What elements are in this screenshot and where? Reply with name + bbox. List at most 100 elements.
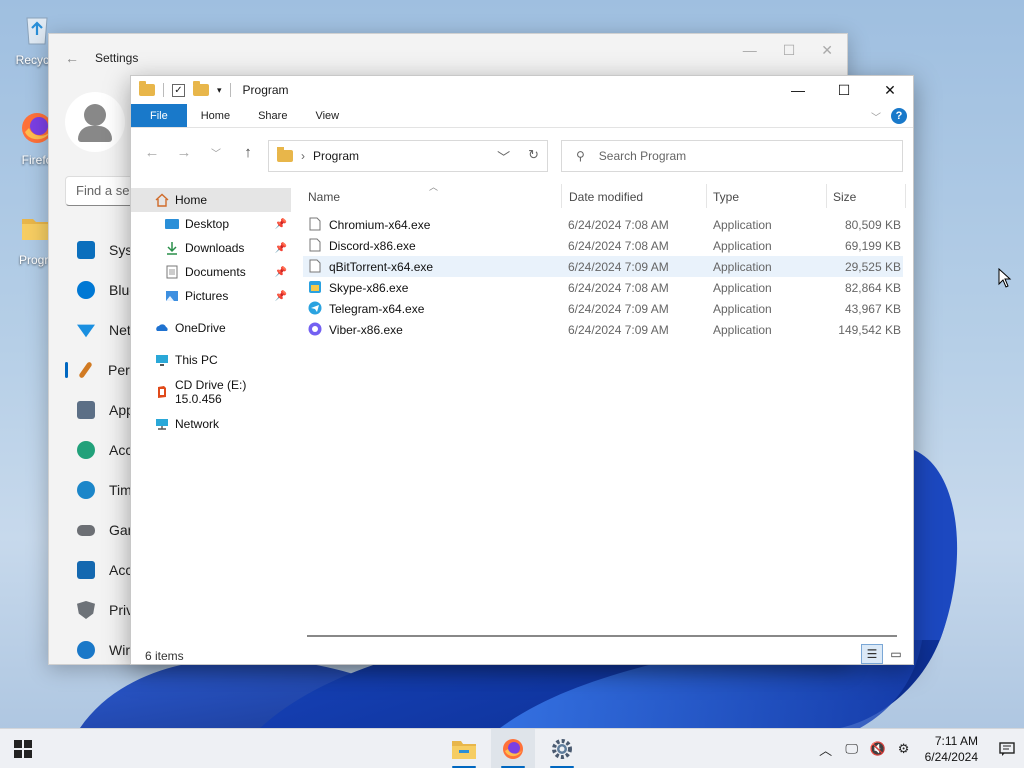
properties-checkbox-icon[interactable]: ✓ xyxy=(172,83,185,97)
table-row[interactable]: Chromium-x64.exe 6/24/2024 7:08 AM Appli… xyxy=(303,214,903,235)
nav-item-pictures[interactable]: Pictures 📌 xyxy=(131,284,291,308)
refresh-icon[interactable]: ↻ xyxy=(528,147,539,166)
file-date: 6/24/2024 7:09 AM xyxy=(568,302,669,316)
table-row[interactable]: qBitTorrent-x64.exe 6/24/2024 7:09 AM Ap… xyxy=(303,256,903,277)
expand-ribbon-chevron-icon[interactable]: ﹀ xyxy=(871,109,881,124)
tab-view[interactable]: View xyxy=(301,104,353,127)
exe-file-icon xyxy=(309,217,321,231)
table-row[interactable]: Telegram-x64.exe 6/24/2024 7:09 AM Appli… xyxy=(303,298,903,319)
notifications-icon[interactable] xyxy=(990,742,1024,756)
settings-nav-label: Acc xyxy=(109,562,133,578)
column-header-type[interactable]: Type xyxy=(713,190,739,204)
tab-file[interactable]: File xyxy=(131,104,187,127)
pin-icon[interactable]: 📌 xyxy=(275,291,287,302)
volume-muted-icon[interactable]: 🔇 xyxy=(865,741,891,757)
start-windows-icon[interactable] xyxy=(14,740,32,758)
file-date: 6/24/2024 7:08 AM xyxy=(568,218,669,232)
column-header-date[interactable]: Date modified xyxy=(569,190,643,204)
nav-item-this-pc[interactable]: This PC xyxy=(131,348,291,372)
column-divider[interactable] xyxy=(561,184,562,208)
settings-nav-label: Acc xyxy=(109,442,133,458)
pin-icon[interactable]: 📌 xyxy=(275,243,287,254)
nav-item-network[interactable]: Network xyxy=(131,412,291,436)
tab-share[interactable]: Share xyxy=(244,104,301,127)
pin-icon[interactable]: 📌 xyxy=(275,219,287,230)
table-row[interactable]: Discord-x86.exe 6/24/2024 7:08 AM Applic… xyxy=(303,235,903,256)
column-header-name[interactable]: Name xyxy=(308,190,340,204)
taskbar-firefox[interactable] xyxy=(491,729,535,768)
exe-file-icon xyxy=(309,259,321,273)
taskbar-file-explorer[interactable] xyxy=(442,729,486,768)
large-icons-view-icon[interactable]: ▭ xyxy=(885,644,907,664)
column-divider[interactable] xyxy=(706,184,707,208)
breadcrumb[interactable]: Program xyxy=(313,149,359,163)
horizontal-scrollbar[interactable] xyxy=(307,635,897,637)
nav-label: CD Drive (E:) 15.0.456 xyxy=(175,378,247,406)
nav-label: This PC xyxy=(175,353,218,367)
nav-item-downloads[interactable]: Downloads 📌 xyxy=(131,236,291,260)
table-row[interactable]: Skype-x86.exe 6/24/2024 7:08 AM Applicat… xyxy=(303,277,903,298)
nav-item-home[interactable]: Home xyxy=(131,188,291,212)
nav-item-onedrive[interactable]: OneDrive xyxy=(131,316,291,340)
maximize-icon[interactable]: ☐ xyxy=(821,76,867,104)
settings-nav-label: Net xyxy=(109,322,131,338)
avatar-head xyxy=(84,104,106,126)
back-arrow-icon[interactable]: ← xyxy=(65,50,95,66)
file-explorer-window[interactable]: ✓ ▾ Program — ☐ ✕ File Home Share View ﹀… xyxy=(130,75,914,665)
nav-item-desktop[interactable]: Desktop 📌 xyxy=(131,212,291,236)
close-icon[interactable]: ✕ xyxy=(867,76,913,104)
nav-label: Pictures xyxy=(185,289,229,303)
help-icon[interactable]: ? xyxy=(891,108,907,124)
nav-item-cd-drive[interactable]: CD Drive (E:) 15.0.456 xyxy=(131,378,291,406)
minimize-icon[interactable]: — xyxy=(775,76,821,104)
personalization-icon xyxy=(78,361,93,379)
nav-item-documents[interactable]: Documents 📌 xyxy=(131,260,291,284)
status-item-count: 6 items xyxy=(145,649,184,663)
divider xyxy=(229,83,231,97)
nav-label: Home xyxy=(175,193,208,207)
new-folder-icon[interactable] xyxy=(193,81,209,96)
show-hidden-icons-chevron-icon[interactable]: ︿ xyxy=(813,740,839,759)
this-pc-icon xyxy=(156,355,168,366)
table-row[interactable]: Viber-x86.exe 6/24/2024 7:09 AM Applicat… xyxy=(303,319,903,340)
search-input[interactable]: ⚲ Search Program xyxy=(561,140,903,172)
recent-locations-chevron-icon[interactable]: ﹀ xyxy=(203,145,229,160)
address-dropdown-chevron-icon[interactable]: ﹀ xyxy=(497,147,510,166)
accounts-icon xyxy=(77,441,95,459)
settings-title: Settings xyxy=(95,51,139,65)
file-date: 6/24/2024 7:09 AM xyxy=(568,260,669,274)
taskbar-settings[interactable] xyxy=(540,729,584,768)
address-bar[interactable]: › Program ﹀ ↻ xyxy=(268,140,548,172)
firefox-icon xyxy=(503,739,523,759)
column-divider[interactable] xyxy=(826,184,827,208)
nav-label: Downloads xyxy=(185,241,245,255)
column-divider[interactable] xyxy=(905,184,906,208)
navigation-pane: Home Desktop 📌 Downloads 📌 Documents 📌 P… xyxy=(131,188,291,628)
breadcrumb-separator-icon: › xyxy=(301,149,305,163)
settings-nav-label: Gar xyxy=(109,522,133,538)
column-header-size[interactable]: Size xyxy=(833,190,856,204)
skype-installer-icon xyxy=(309,281,321,293)
details-view-icon[interactable]: ☰ xyxy=(861,644,883,664)
network-status-icon[interactable]: 🖵 xyxy=(839,741,865,757)
clock[interactable]: 7:11 AM 6/24/2024 xyxy=(917,733,990,765)
clock-date: 6/24/2024 xyxy=(924,750,978,764)
avatar-body xyxy=(78,126,112,142)
back-arrow-icon[interactable]: ← xyxy=(139,144,165,161)
settings-gear-icon[interactable]: ⚙ xyxy=(891,741,917,757)
tab-home[interactable]: Home xyxy=(187,104,244,127)
quick-access-dropdown-icon[interactable]: ▾ xyxy=(217,85,222,96)
up-arrow-icon[interactable]: ↑ xyxy=(235,144,261,161)
explorer-titlebar[interactable]: ✓ ▾ Program — ☐ ✕ xyxy=(131,76,913,104)
network-icon xyxy=(156,419,168,430)
file-size: 80,509 KB xyxy=(844,218,901,232)
pin-icon[interactable]: 📌 xyxy=(275,267,287,278)
avatar[interactable] xyxy=(65,92,125,152)
close-icon[interactable]: ✕ xyxy=(821,42,833,59)
network-icon xyxy=(77,324,95,338)
minimize-icon[interactable]: — xyxy=(743,42,757,59)
folder-icon xyxy=(277,147,293,162)
downloads-icon xyxy=(167,242,177,255)
maximize-icon[interactable]: ☐ xyxy=(783,42,796,59)
forward-arrow-icon[interactable]: → xyxy=(171,144,197,161)
